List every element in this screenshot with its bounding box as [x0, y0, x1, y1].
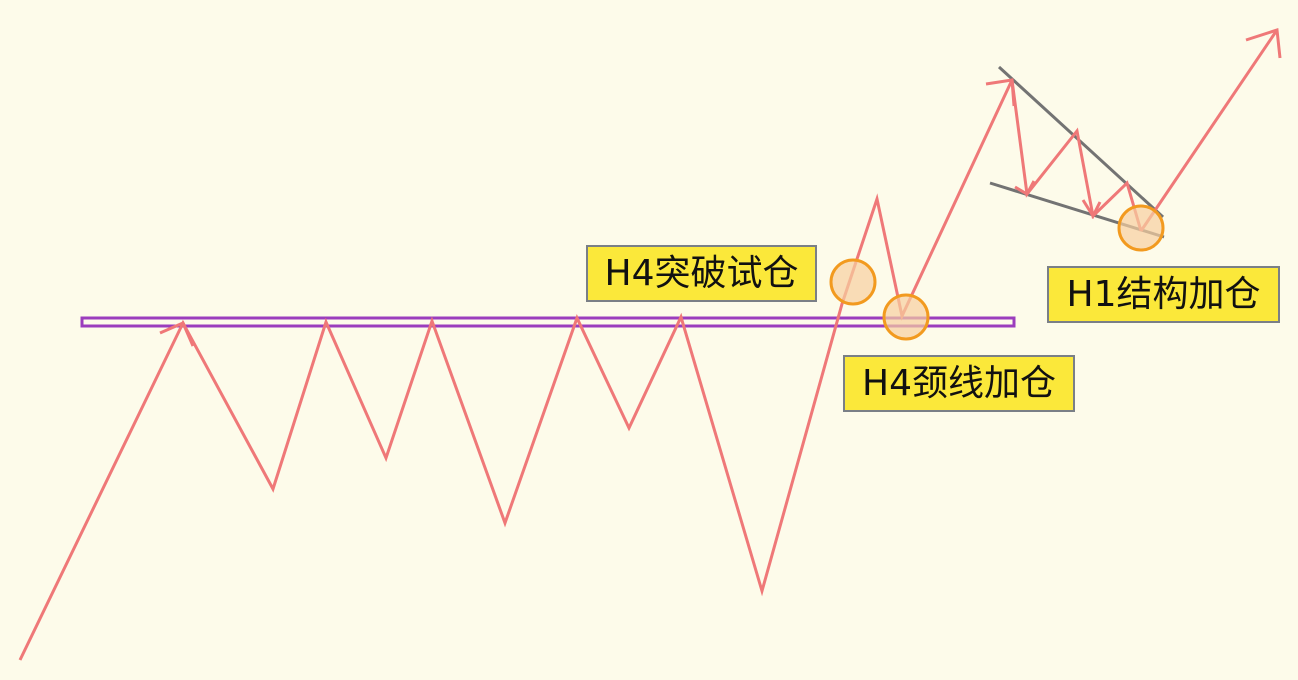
chart-canvas: H4突破试仓 H4颈线加仓 H1结构加仓 — [0, 0, 1298, 680]
label-structure-add: H1结构加仓 — [1047, 266, 1280, 323]
price-path-final — [1139, 29, 1279, 232]
label-neckline-add: H4颈线加仓 — [843, 355, 1075, 412]
structure-entry-marker — [1117, 204, 1165, 252]
label-breakout-trial: H4突破试仓 — [586, 245, 817, 302]
breakout-entry-marker — [829, 258, 877, 306]
neckline-band — [80, 316, 1016, 328]
price-structure-diagram — [18, 28, 1282, 661]
neckline-entry-marker — [882, 293, 930, 341]
